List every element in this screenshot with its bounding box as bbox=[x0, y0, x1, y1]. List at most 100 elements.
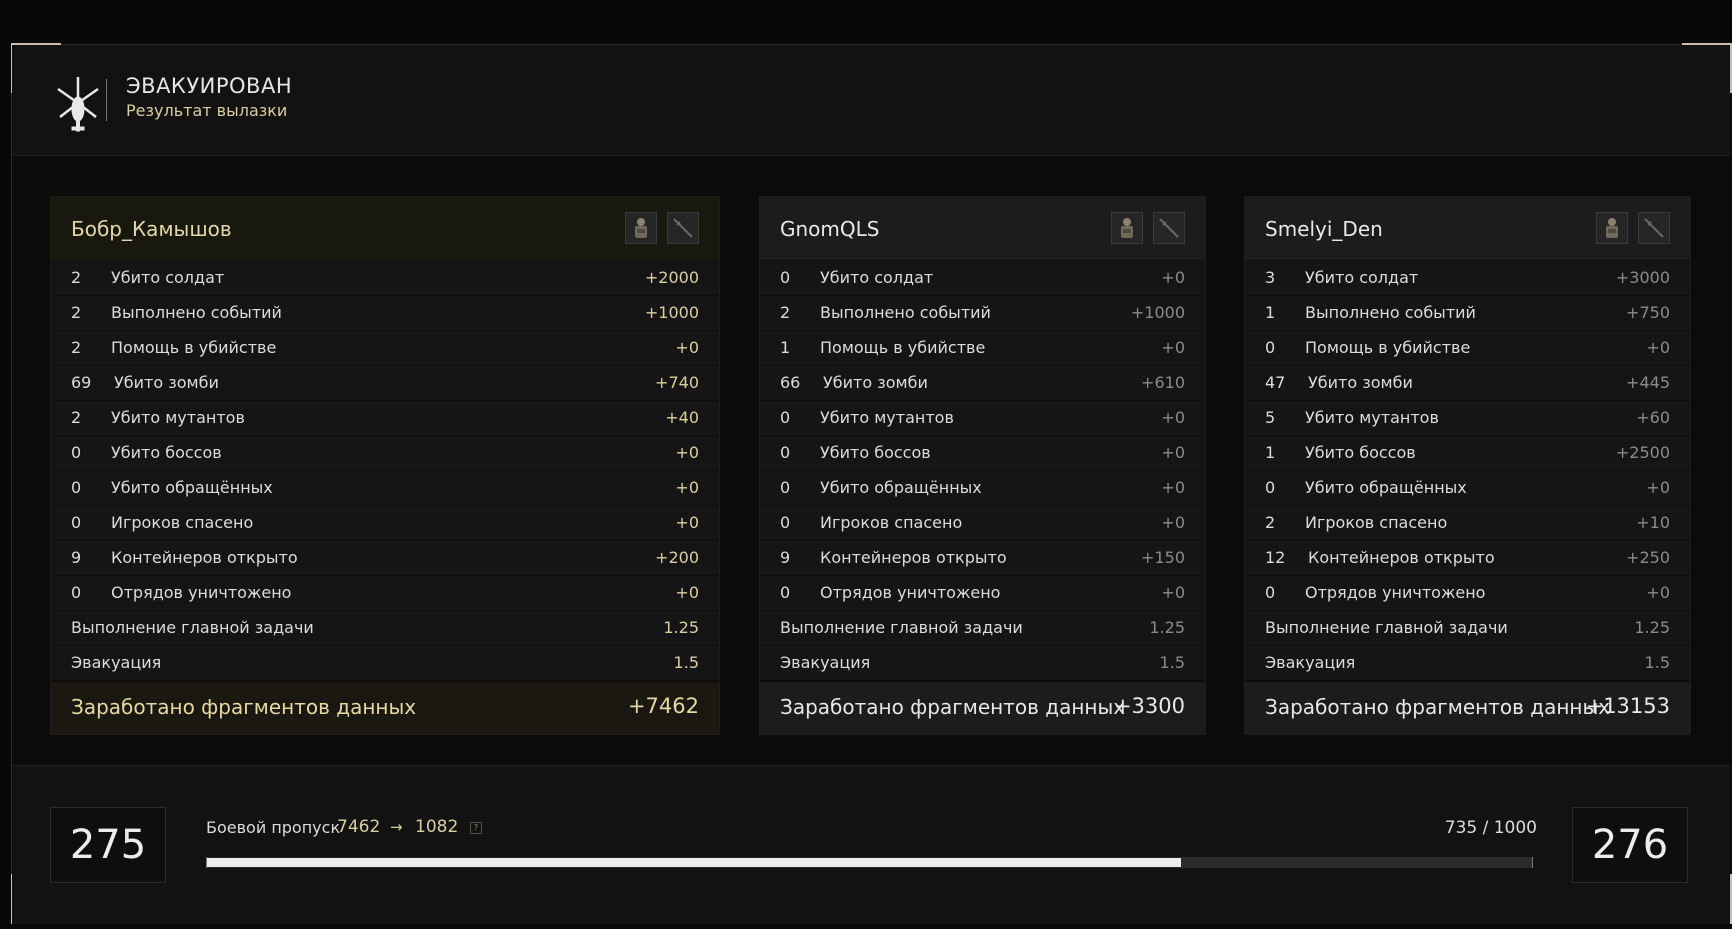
battle-pass-progress-text: 735 / 1000 bbox=[1444, 818, 1537, 838]
stat-label: Отрядов уничтожено bbox=[820, 583, 1001, 602]
stat-value: +2000 bbox=[644, 268, 699, 287]
stat-row: 1 Выполнено событий +750 bbox=[1245, 296, 1690, 331]
multiplier-label: Эвакуация bbox=[71, 653, 162, 672]
total-label: Заработано фрагментов данных bbox=[71, 695, 417, 719]
total-label: Заработано фрагментов данных bbox=[1265, 695, 1611, 719]
multiplier-row: Эвакуация 1.5 bbox=[760, 646, 1205, 681]
page-title: ЭВАКУИРОВАН bbox=[126, 74, 293, 98]
stat-row: 2 Игроков спасено +10 bbox=[1245, 506, 1690, 541]
stat-row: 2 Выполнено событий +1000 bbox=[51, 296, 719, 331]
stat-count: 9 bbox=[780, 548, 791, 567]
player-name: Smelyi_Den bbox=[1265, 217, 1383, 241]
stat-value: +0 bbox=[675, 513, 699, 532]
multiplier-value: 1.5 bbox=[1159, 653, 1185, 672]
stat-row: 0 Убито солдат +0 bbox=[760, 261, 1205, 296]
stat-label: Помощь в убийстве bbox=[820, 338, 986, 357]
stat-row: 66 Убито зомби +610 bbox=[760, 366, 1205, 401]
multiplier-value: 1.25 bbox=[663, 618, 699, 637]
stat-count: 0 bbox=[1265, 478, 1276, 497]
stat-row: 2 Выполнено событий +1000 bbox=[760, 296, 1205, 331]
multiplier-value: 1.5 bbox=[1644, 653, 1670, 672]
help-icon[interactable]: ? bbox=[470, 822, 482, 834]
stat-row: 0 Убито обращённых +0 bbox=[51, 471, 719, 506]
stat-label: Отрядов уничтожено bbox=[1305, 583, 1486, 602]
battle-pass-panel: 275 Боевой пропуск 7462 → 1082 ? 735 / 1… bbox=[12, 765, 1730, 924]
stat-value: +1000 bbox=[644, 303, 699, 322]
stat-row: 12 Контейнеров открыто +250 bbox=[1245, 541, 1690, 576]
stat-value: +0 bbox=[1161, 408, 1185, 427]
stat-value: +740 bbox=[655, 373, 699, 392]
stat-label: Убито солдат bbox=[820, 268, 934, 287]
current-level-box: 275 bbox=[50, 807, 166, 883]
header-separator bbox=[106, 79, 107, 121]
stat-value: +0 bbox=[1161, 338, 1185, 357]
battle-pass-progress-bar bbox=[206, 857, 1533, 868]
outfit-slot-icon[interactable] bbox=[625, 212, 657, 244]
stat-value: +0 bbox=[1161, 478, 1185, 497]
multiplier-row: Выполнение главной задачи 1.25 bbox=[760, 611, 1205, 646]
stat-row: 0 Отрядов уничтожено +0 bbox=[51, 576, 719, 611]
stat-count: 0 bbox=[780, 583, 791, 602]
weapon-slot-icon[interactable] bbox=[1638, 212, 1670, 244]
battle-pass-gained: 7462 bbox=[337, 817, 381, 837]
stat-row: 0 Игроков спасено +0 bbox=[51, 506, 719, 541]
stat-count: 2 bbox=[71, 338, 82, 357]
outfit-slot-icon[interactable] bbox=[1111, 212, 1143, 244]
stat-value: +0 bbox=[675, 338, 699, 357]
stat-row: 69 Убито зомби +740 bbox=[51, 366, 719, 401]
stat-value: +200 bbox=[655, 548, 699, 567]
stat-value: +0 bbox=[1161, 443, 1185, 462]
stat-count: 0 bbox=[71, 478, 82, 497]
stat-count: 47 bbox=[1265, 373, 1286, 392]
stat-label: Контейнеров открыто bbox=[1308, 548, 1495, 567]
player-name: Бобр_Камышов bbox=[71, 217, 232, 241]
total-row: Заработано фрагментов данных +3300 bbox=[760, 681, 1205, 734]
multiplier-value: 1.5 bbox=[673, 653, 699, 672]
stat-count: 69 bbox=[71, 373, 92, 392]
stat-label: Убито мутантов bbox=[111, 408, 245, 427]
multiplier-label: Выполнение главной задачи bbox=[71, 618, 314, 637]
stat-row: 2 Помощь в убийстве +0 bbox=[51, 331, 719, 366]
stat-row: 1 Помощь в убийстве +0 bbox=[760, 331, 1205, 366]
stat-label: Убито боссов bbox=[111, 443, 222, 462]
stat-value: +250 bbox=[1626, 548, 1670, 567]
weapon-slot-icon[interactable] bbox=[1153, 212, 1185, 244]
stat-label: Контейнеров открыто bbox=[111, 548, 298, 567]
stat-count: 0 bbox=[1265, 338, 1276, 357]
total-value: +7462 bbox=[627, 694, 699, 718]
stat-count: 5 bbox=[1265, 408, 1276, 427]
stat-label: Отрядов уничтожено bbox=[111, 583, 292, 602]
stat-count: 1 bbox=[1265, 443, 1276, 462]
stat-label: Игроков спасено bbox=[820, 513, 963, 532]
stat-value: +0 bbox=[675, 583, 699, 602]
stat-row: 3 Убито солдат +3000 bbox=[1245, 261, 1690, 296]
stat-count: 2 bbox=[71, 408, 82, 427]
stat-count: 2 bbox=[1265, 513, 1276, 532]
stat-count: 1 bbox=[1265, 303, 1276, 322]
stat-value: +10 bbox=[1636, 513, 1670, 532]
stat-count: 3 bbox=[1265, 268, 1276, 287]
stat-value: +0 bbox=[675, 443, 699, 462]
stat-row: 9 Контейнеров открыто +200 bbox=[51, 541, 719, 576]
multiplier-row: Выполнение главной задачи 1.25 bbox=[51, 611, 719, 646]
stat-row: 0 Убито мутантов +0 bbox=[760, 401, 1205, 436]
outfit-slot-icon[interactable] bbox=[1596, 212, 1628, 244]
stat-value: +610 bbox=[1141, 373, 1185, 392]
stat-count: 2 bbox=[71, 303, 82, 322]
stat-value: +40 bbox=[665, 408, 699, 427]
weapon-slot-icon[interactable] bbox=[667, 212, 699, 244]
stat-count: 12 bbox=[1265, 548, 1286, 567]
total-value: +13153 bbox=[1585, 694, 1670, 718]
stat-label: Убито солдат bbox=[1305, 268, 1419, 287]
multiplier-label: Выполнение главной задачи bbox=[1265, 618, 1508, 637]
battle-pass-result: 1082 bbox=[415, 817, 459, 837]
stat-count: 0 bbox=[780, 408, 791, 427]
stat-label: Игроков спасено bbox=[111, 513, 254, 532]
stat-row: 0 Отрядов уничтожено +0 bbox=[760, 576, 1205, 611]
stat-value: +0 bbox=[1646, 583, 1670, 602]
multiplier-label: Выполнение главной задачи bbox=[780, 618, 1023, 637]
multiplier-value: 1.25 bbox=[1634, 618, 1670, 637]
stat-count: 1 bbox=[780, 338, 791, 357]
stat-value: +0 bbox=[1161, 583, 1185, 602]
stat-count: 9 bbox=[71, 548, 82, 567]
